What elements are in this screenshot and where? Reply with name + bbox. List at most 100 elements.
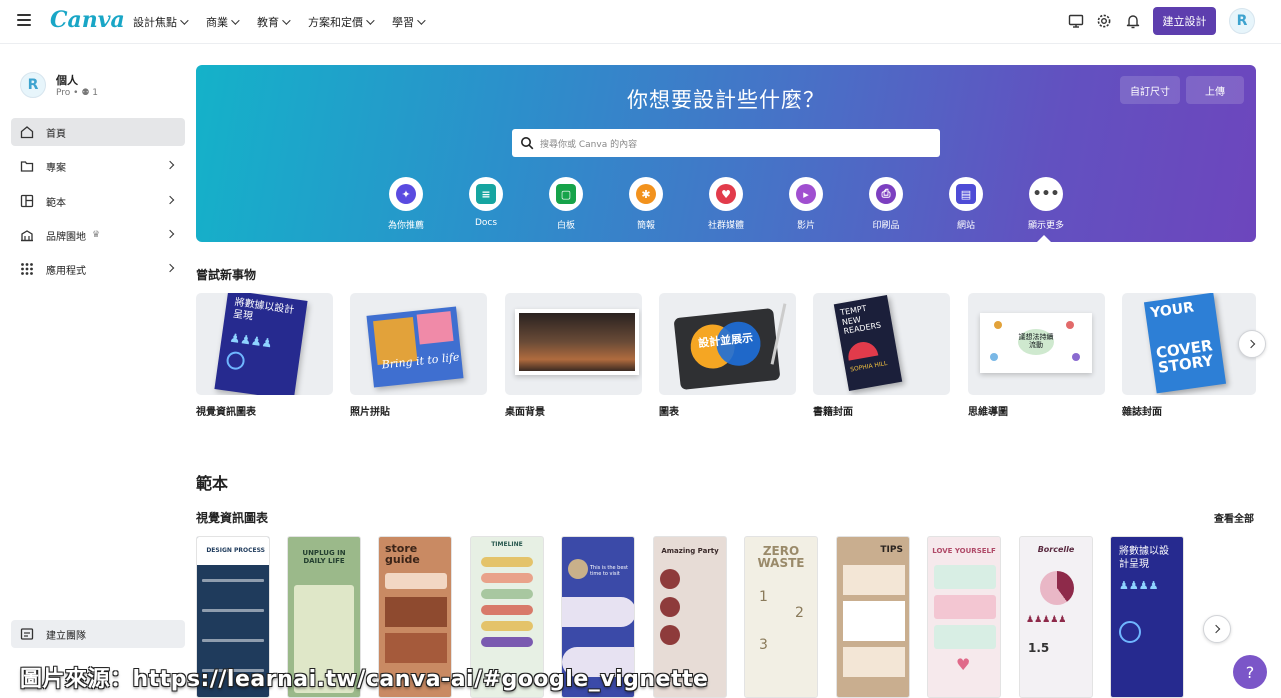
sidebar-item-home[interactable]: 首頁 bbox=[11, 118, 185, 146]
nav-plans-pricing[interactable]: 方案和定價 bbox=[308, 14, 375, 30]
chevron-down-icon bbox=[180, 16, 189, 25]
tile-label: 照片拼貼 bbox=[350, 407, 390, 418]
tile-magazine-cover[interactable]: YOUR COVER STORY bbox=[1122, 293, 1256, 395]
chevron-right-icon bbox=[165, 195, 175, 205]
nav-design-spotlight[interactable]: 設計焦點 bbox=[133, 14, 189, 30]
carousel-next-button[interactable] bbox=[1238, 330, 1266, 358]
template-card[interactable]: 將數據以設計呈現 ♟♟♟♟ bbox=[1110, 536, 1184, 698]
account-plan: Pro • ⚉ 1 bbox=[56, 88, 98, 98]
category-social-media[interactable]: ♥ 社群媒體 bbox=[691, 177, 761, 231]
category-presentation[interactable]: ✱ 簡報 bbox=[611, 177, 681, 231]
mindmap-thumb: 議想法持續流動 bbox=[980, 313, 1092, 373]
home-icon bbox=[20, 126, 34, 139]
chevron-down-icon bbox=[366, 16, 375, 25]
templates-next-button[interactable] bbox=[1203, 615, 1231, 643]
website-icon: ▤ bbox=[956, 184, 976, 204]
apps-icon bbox=[21, 263, 33, 275]
search-icon bbox=[521, 137, 534, 150]
hero-title: 你想要設計些什麼？ bbox=[627, 88, 825, 112]
help-button[interactable]: ? bbox=[1233, 655, 1267, 689]
chevron-right-icon bbox=[1211, 624, 1220, 634]
search-placeholder: 搜尋你或 Canva 的內容 bbox=[540, 139, 638, 150]
heart-icon: ♥ bbox=[716, 184, 736, 204]
tile-book-cover[interactable]: TEMPT NEW READERS SOPHIA HILL bbox=[813, 293, 950, 395]
create-team-button[interactable]: 建立團隊 bbox=[11, 620, 185, 648]
tile-chart[interactable]: 設計並展示 bbox=[659, 293, 796, 395]
category-show-more[interactable]: ••• 顯示更多 bbox=[1011, 177, 1081, 231]
sidebar: R 個人 Pro • ⚉ 1 首頁 專案 範本 品牌園地 ♛ 應用程式 bbox=[0, 45, 196, 698]
tile-label: 視覺資訊圖表 bbox=[196, 407, 256, 418]
nav-education[interactable]: 教育 bbox=[257, 14, 291, 30]
canva-logo[interactable]: Canva bbox=[50, 7, 125, 33]
folder-icon bbox=[20, 161, 34, 172]
magazine-thumb: YOUR COVER STORY bbox=[1143, 293, 1227, 394]
tile-label: 雜誌封面 bbox=[1122, 407, 1162, 418]
category-for-you[interactable]: ✦ 為你推薦 bbox=[371, 177, 441, 231]
sidebar-item-projects[interactable]: 專案 bbox=[11, 152, 185, 180]
sidebar-item-brand[interactable]: 品牌園地 ♛ bbox=[11, 221, 185, 249]
crown-icon: ♛ bbox=[92, 230, 101, 240]
category-website[interactable]: ▤ 網站 bbox=[931, 177, 1001, 231]
chart-thumb: 設計並展示 bbox=[673, 307, 781, 391]
chevron-right-icon bbox=[165, 229, 175, 239]
wallpaper-thumb bbox=[515, 309, 639, 375]
custom-size-button[interactable]: 自訂尺寸 bbox=[1120, 76, 1180, 104]
tile-label: 圖表 bbox=[659, 407, 679, 418]
presentation-icon: ✱ bbox=[636, 184, 656, 204]
templates-subtitle: 視覺資訊圖表 bbox=[196, 511, 269, 525]
category-print[interactable]: ⎙ 印刷品 bbox=[851, 177, 921, 231]
search-input[interactable]: 搜尋你或 Canva 的內容 bbox=[512, 129, 940, 157]
person-icon: ⚉ bbox=[81, 88, 90, 98]
nav-business[interactable]: 商業 bbox=[206, 14, 240, 30]
tile-label: 書籍封面 bbox=[813, 407, 853, 418]
docs-icon: ≡ bbox=[476, 184, 496, 204]
top-bar: Canva 設計焦點 商業 教育 方案和定價 學習 建立設計 R bbox=[0, 0, 1281, 44]
category-docs[interactable]: ≡ Docs bbox=[451, 177, 521, 228]
account-name: 個人 bbox=[56, 74, 78, 87]
template-card[interactable]: ZERO WASTE 1 2 3 bbox=[744, 536, 818, 698]
chevron-down-icon bbox=[231, 16, 240, 25]
whiteboard-icon: ▢ bbox=[556, 184, 576, 204]
template-icon bbox=[20, 194, 34, 208]
chevron-right-icon bbox=[1246, 339, 1255, 349]
tile-infographic[interactable]: 將數據以設計呈現 ♟♟♟♟ bbox=[196, 293, 333, 395]
category-video[interactable]: ▸ 影片 bbox=[771, 177, 841, 231]
see-all-link[interactable]: 查看全部 bbox=[1214, 510, 1254, 525]
image-source-watermark: 圖片來源：https://learnai.tw/canva-ai/#google… bbox=[20, 667, 709, 692]
selected-caret bbox=[1037, 235, 1051, 242]
template-card[interactable]: Borcelle ♟♟♟♟♟ 1.5 bbox=[1019, 536, 1093, 698]
category-whiteboard[interactable]: ▢ 白板 bbox=[531, 177, 601, 231]
team-icon bbox=[20, 628, 34, 640]
chevron-right-icon bbox=[165, 263, 175, 273]
avatar[interactable]: R bbox=[1229, 8, 1255, 34]
chevron-down-icon bbox=[417, 16, 426, 25]
tile-desktop-wallpaper[interactable] bbox=[505, 293, 642, 395]
desktop-icon[interactable] bbox=[1068, 13, 1084, 29]
tile-label: 桌面背景 bbox=[505, 407, 545, 418]
nav-learn[interactable]: 學習 bbox=[392, 14, 426, 30]
create-design-button[interactable]: 建立設計 bbox=[1153, 7, 1216, 35]
tile-mind-map[interactable]: 議想法持續流動 bbox=[968, 293, 1105, 395]
video-icon: ▸ bbox=[796, 184, 816, 204]
sidebar-item-templates[interactable]: 範本 bbox=[11, 187, 185, 215]
tile-photo-collage[interactable]: Bring it to life bbox=[350, 293, 487, 395]
printer-icon: ⎙ bbox=[876, 184, 896, 204]
book-thumb: TEMPT NEW READERS SOPHIA HILL bbox=[833, 294, 903, 392]
template-card[interactable]: TIPS bbox=[836, 536, 910, 698]
upload-button[interactable]: 上傳 bbox=[1186, 76, 1244, 104]
main-nav: 設計焦點 商業 教育 方案和定價 學習 bbox=[133, 14, 443, 30]
templates-title: 範本 bbox=[196, 474, 229, 493]
gear-icon[interactable] bbox=[1096, 13, 1112, 29]
account-avatar[interactable]: R bbox=[20, 72, 46, 98]
hero-banner: 你想要設計些什麼？ 自訂尺寸 上傳 搜尋你或 Canva 的內容 ✦ 為你推薦 … bbox=[196, 65, 1256, 242]
sparkle-icon: ✦ bbox=[396, 184, 416, 204]
more-icon: ••• bbox=[1032, 184, 1060, 204]
try-new-title: 嘗試新事物 bbox=[196, 268, 257, 282]
brand-icon bbox=[21, 230, 33, 242]
sidebar-item-apps[interactable]: 應用程式 bbox=[11, 255, 185, 283]
template-card[interactable]: LOVE YOURSELF ♥ bbox=[927, 536, 1001, 698]
bell-icon[interactable] bbox=[1125, 13, 1141, 29]
chevron-right-icon bbox=[165, 160, 175, 170]
chevron-down-icon bbox=[282, 16, 291, 25]
menu-icon[interactable] bbox=[17, 14, 31, 26]
